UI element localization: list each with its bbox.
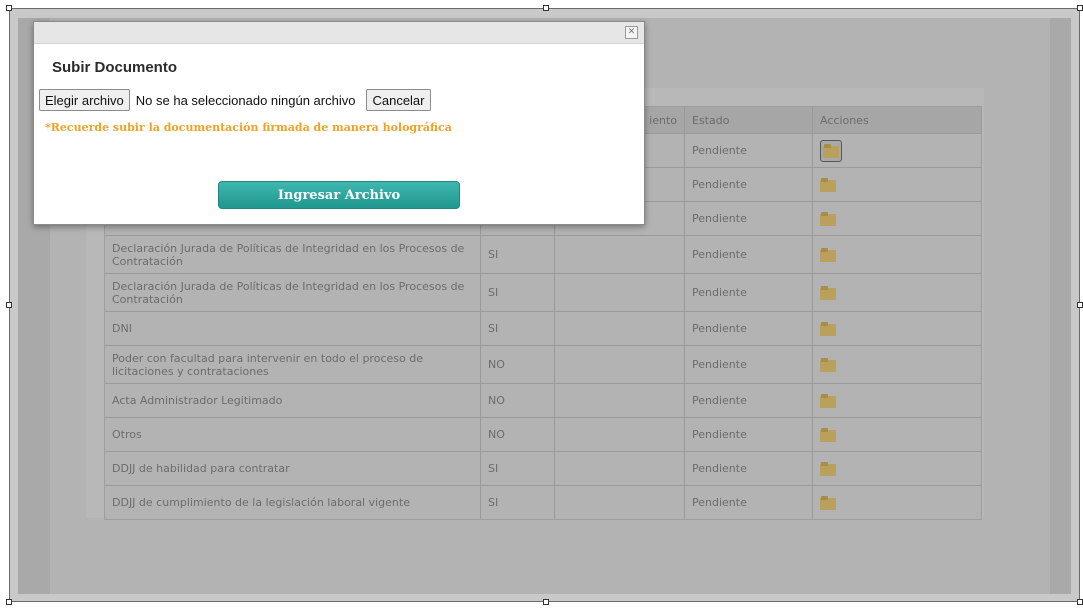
submit-file-button[interactable]: Ingresar Archivo — [218, 181, 460, 209]
resize-handle-bottom-left[interactable] — [6, 599, 12, 605]
cell-status: Pendiente — [685, 312, 813, 345]
cell-required: SI — [481, 486, 555, 519]
dialog-title: Subir Documento — [52, 59, 178, 76]
resize-handle-bottom[interactable] — [543, 599, 549, 605]
table-row: DNI SI Pendiente — [105, 312, 981, 346]
cell-document: Declaración Jurada de Políticas de Integ… — [105, 274, 481, 311]
dialog-titlebar: ✕ — [34, 22, 644, 44]
cell-required: SI — [481, 236, 555, 273]
file-status-text: No se ha seleccionado ningún archivo — [135, 92, 356, 108]
folder-icon[interactable] — [820, 357, 836, 372]
upload-dialog: ✕ Subir Documento Elegir archivo No se h… — [33, 21, 645, 225]
header-acciones: Acciones — [820, 113, 869, 127]
cell-actions — [813, 452, 981, 485]
cell-status: Pendiente — [685, 168, 813, 201]
cell-status: Pendiente — [685, 346, 813, 383]
resize-handle-right[interactable] — [1077, 302, 1083, 308]
cell-status: Pendiente — [685, 452, 813, 485]
cell-required: NO — [481, 346, 555, 383]
folder-icon[interactable] — [820, 285, 836, 300]
table-row: Acta Administrador Legitimado NO Pendien… — [105, 384, 981, 418]
cell-status: Pendiente — [685, 134, 813, 167]
cell-required: NO — [481, 418, 555, 451]
cell-required: SI — [481, 274, 555, 311]
folder-icon[interactable] — [820, 461, 836, 476]
cell-document: Declaración Jurada de Políticas de Integ… — [105, 236, 481, 273]
cell-document: DNI — [105, 312, 481, 345]
cell-actions — [813, 202, 981, 235]
cell-expiry — [555, 312, 685, 345]
resize-handle-top-right[interactable] — [1077, 5, 1083, 11]
resize-handle-top[interactable] — [543, 5, 549, 11]
cell-document: Otros — [105, 418, 481, 451]
folder-icon[interactable] — [820, 427, 836, 442]
resize-handle-bottom-right[interactable] — [1077, 599, 1083, 605]
table-row: DDJJ de habilidad para contratar SI Pend… — [105, 452, 981, 486]
cell-expiry — [555, 418, 685, 451]
cell-expiry — [555, 486, 685, 519]
close-icon[interactable]: ✕ — [625, 26, 638, 39]
signature-notice: *Recuerde subir la documentación firmada… — [45, 121, 452, 134]
cell-required: SI — [481, 452, 555, 485]
cell-status: Pendiente — [685, 486, 813, 519]
folder-icon[interactable] — [820, 247, 836, 262]
resize-handle-top-left[interactable] — [6, 5, 12, 11]
cell-required: SI — [481, 312, 555, 345]
table-row: Otros NO Pendiente — [105, 418, 981, 452]
folder-icon[interactable] — [820, 393, 836, 408]
table-row: Declaración Jurada de Políticas de Integ… — [105, 236, 981, 274]
cell-actions — [813, 346, 981, 383]
cancel-button[interactable]: Cancelar — [366, 89, 431, 111]
choose-file-button[interactable]: Elegir archivo — [39, 89, 130, 111]
folder-icon[interactable] — [820, 211, 836, 226]
cell-expiry — [555, 346, 685, 383]
cell-status: Pendiente — [685, 236, 813, 273]
folder-icon[interactable] — [820, 495, 836, 510]
table-row: Poder con facultad para intervenir en to… — [105, 346, 981, 384]
folder-icon[interactable] — [820, 321, 836, 336]
cell-document: DDJJ de cumplimiento de la legislación l… — [105, 486, 481, 519]
cell-actions — [813, 274, 981, 311]
cell-actions — [813, 312, 981, 345]
cell-expiry — [555, 384, 685, 417]
cell-actions — [813, 236, 981, 273]
cell-expiry — [555, 274, 685, 311]
cell-actions — [813, 486, 981, 519]
cell-expiry — [555, 452, 685, 485]
cell-status: Pendiente — [685, 384, 813, 417]
cell-document: Poder con facultad para intervenir en to… — [105, 346, 481, 383]
table-row: Declaración Jurada de Políticas de Integ… — [105, 274, 981, 312]
cell-actions — [813, 418, 981, 451]
table-row: DDJJ de cumplimiento de la legislación l… — [105, 486, 981, 519]
folder-icon[interactable] — [820, 177, 836, 192]
resize-handle-left[interactable] — [6, 302, 12, 308]
cell-status: Pendiente — [685, 202, 813, 235]
cell-required: NO — [481, 384, 555, 417]
cell-actions — [813, 168, 981, 201]
upload-button[interactable] — [820, 139, 842, 162]
cell-actions — [813, 134, 981, 167]
file-input-row: Elegir archivo No se ha seleccionado nin… — [39, 89, 431, 111]
cell-actions — [813, 384, 981, 417]
cell-document: DDJJ de habilidad para contratar — [105, 452, 481, 485]
header-estado: Estado — [685, 107, 813, 133]
cell-expiry — [555, 236, 685, 273]
folder-icon — [823, 143, 839, 158]
cell-status: Pendiente — [685, 418, 813, 451]
cell-status: Pendiente — [685, 274, 813, 311]
cell-document: Acta Administrador Legitimado — [105, 384, 481, 417]
